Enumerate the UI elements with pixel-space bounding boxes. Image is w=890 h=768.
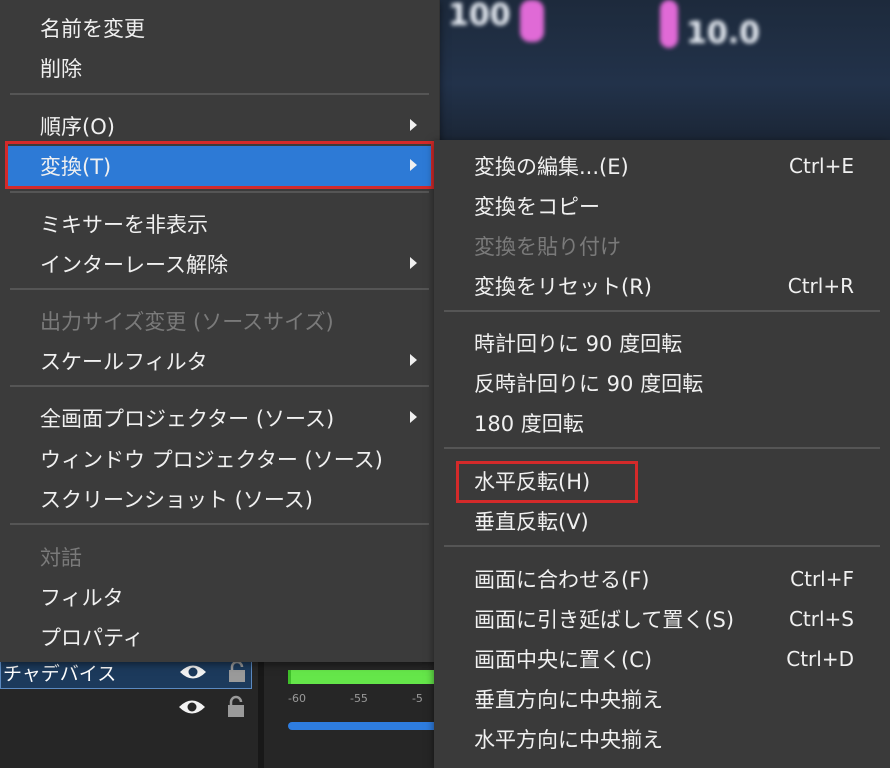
menu-separator xyxy=(444,310,880,312)
submenu-arrow-icon xyxy=(410,257,417,269)
menu-item-scale-filter[interactable]: スケールフィルタ xyxy=(0,341,439,381)
menu-item-delete[interactable]: 削除 xyxy=(0,48,439,88)
menu-item-label: 削除 xyxy=(40,57,82,81)
menu-item-label: 変換をリセット(R) xyxy=(474,275,652,299)
shortcut-label: Ctrl+F xyxy=(790,567,854,591)
menu-separator xyxy=(10,93,429,95)
menu-item-label: 変換(T) xyxy=(40,155,112,179)
menu-item-window-projector[interactable]: ウィンドウ プロジェクター (ソース) xyxy=(0,439,439,479)
menu-item-label: インターレース解除 xyxy=(40,253,228,277)
menu-item-label: フィルタ xyxy=(40,586,124,610)
preview-number: 100 xyxy=(448,0,511,33)
menu-item-label: 出力サイズ変更 (ソースサイズ) xyxy=(40,310,334,334)
submenu-item-rotate-cw[interactable]: 時計回りに 90 度回転 xyxy=(434,323,890,363)
eye-icon[interactable] xyxy=(178,697,206,717)
preview-canvas: 100 10.0 xyxy=(440,0,890,140)
menu-item-label: ミキサーを非表示 xyxy=(40,213,208,237)
menu-item-label: プロパティ xyxy=(40,626,144,650)
tick-label: -60 xyxy=(288,692,306,705)
source-item[interactable] xyxy=(0,691,252,725)
menu-item-label: 垂直方向に中央揃え xyxy=(474,688,663,712)
shortcut-label: Ctrl+R xyxy=(787,274,854,298)
tick-label: -5 xyxy=(411,692,423,705)
menu-item-label: スケールフィルタ xyxy=(40,350,208,374)
preview-number: 10.0 xyxy=(686,16,761,51)
submenu-arrow-icon xyxy=(410,119,417,131)
submenu-item-fit-to-screen[interactable]: 画面に合わせる(F) Ctrl+F xyxy=(434,559,890,599)
menu-item-fullscreen-projector[interactable]: 全画面プロジェクター (ソース) xyxy=(0,398,439,438)
context-menu: 名前を変更 削除 順序(O) 変換(T) ミキサーを非表示 インターレース解除 … xyxy=(0,0,440,662)
menu-item-resize-output: 出力サイズ変更 (ソースサイズ) xyxy=(0,301,439,341)
submenu-item-center-vertical[interactable]: 垂直方向に中央揃え xyxy=(434,679,890,719)
menu-item-label: 変換の編集...(E) xyxy=(474,155,629,179)
menu-item-label: 変換をコピー xyxy=(474,195,600,219)
menu-item-label: 画面に引き延ばして置く(S) xyxy=(474,608,735,632)
menu-item-order[interactable]: 順序(O) xyxy=(0,106,439,146)
submenu-item-edit-transform[interactable]: 変換の編集...(E) Ctrl+E xyxy=(434,146,890,186)
menu-item-label: 変換を貼り付け xyxy=(474,235,621,259)
unlock-icon[interactable] xyxy=(224,695,248,719)
menu-item-label: スクリーンショット (ソース) xyxy=(40,488,313,512)
submenu-item-stretch-to-screen[interactable]: 画面に引き延ばして置く(S) Ctrl+S xyxy=(434,599,890,639)
shortcut-label: Ctrl+E xyxy=(789,154,854,178)
menu-separator xyxy=(10,191,429,193)
shortcut-label: Ctrl+D xyxy=(786,647,854,671)
menu-separator xyxy=(10,385,429,387)
menu-item-label: ウィンドウ プロジェクター (ソース) xyxy=(40,448,383,472)
menu-item-label: 時計回りに 90 度回転 xyxy=(474,332,683,356)
volume-slider[interactable] xyxy=(288,722,458,730)
submenu-arrow-icon xyxy=(410,411,417,423)
menu-item-label: 水平方向に中央揃え xyxy=(474,728,663,752)
menu-item-label: 180 度回転 xyxy=(474,412,584,436)
menu-item-rename[interactable]: 名前を変更 xyxy=(0,8,439,48)
transform-submenu: 変換の編集...(E) Ctrl+E 変換をコピー 変換を貼り付け 変換をリセット… xyxy=(434,140,890,768)
tick-label: -55 xyxy=(349,692,368,705)
eye-icon[interactable] xyxy=(179,662,207,682)
menu-separator xyxy=(444,447,880,449)
sources-panel: チャデバイス xyxy=(0,655,258,768)
submenu-arrow-icon xyxy=(410,354,417,366)
menu-separator xyxy=(10,288,429,290)
source-name: チャデバイス xyxy=(3,662,117,685)
meter-ticks: -60 -55 -5 xyxy=(288,692,448,705)
menu-item-filters[interactable]: フィルタ xyxy=(0,577,439,617)
submenu-item-center-horizontal[interactable]: 水平方向に中央揃え xyxy=(434,719,890,759)
menu-item-screenshot[interactable]: スクリーンショット (ソース) xyxy=(0,479,439,519)
menu-item-deinterlace[interactable]: インターレース解除 xyxy=(0,244,439,284)
preview-pink-bar xyxy=(660,0,678,48)
menu-item-label: 画面中央に置く(C) xyxy=(474,648,653,672)
menu-item-label: 垂直反転(V) xyxy=(474,510,589,534)
volume-meter xyxy=(288,670,438,684)
submenu-item-flip-horizontal[interactable]: 水平反転(H) xyxy=(434,461,890,501)
menu-item-label: 水平反転(H) xyxy=(474,470,591,494)
menu-item-properties[interactable]: プロパティ xyxy=(0,617,439,657)
submenu-item-copy-transform[interactable]: 変換をコピー xyxy=(434,186,890,226)
menu-item-transform[interactable]: 変換(T) xyxy=(6,146,431,186)
menu-item-label: 全画面プロジェクター (ソース) xyxy=(40,407,335,431)
preview-pink-bar xyxy=(520,0,544,42)
submenu-item-paste-transform: 変換を貼り付け xyxy=(434,226,890,266)
menu-item-label: 反時計回りに 90 度回転 xyxy=(474,372,704,396)
submenu-item-rotate-ccw[interactable]: 反時計回りに 90 度回転 xyxy=(434,363,890,403)
submenu-arrow-icon xyxy=(410,159,417,171)
submenu-item-rotate-180[interactable]: 180 度回転 xyxy=(434,403,890,443)
menu-separator xyxy=(10,523,429,525)
menu-separator xyxy=(444,545,880,547)
submenu-item-center-to-screen[interactable]: 画面中央に置く(C) Ctrl+D xyxy=(434,639,890,679)
lock-icon[interactable] xyxy=(225,660,249,684)
menu-item-hide-mixer[interactable]: ミキサーを非表示 xyxy=(0,204,439,244)
menu-item-label: 対話 xyxy=(40,546,82,570)
menu-item-label: 画面に合わせる(F) xyxy=(474,568,650,592)
submenu-item-reset-transform[interactable]: 変換をリセット(R) Ctrl+R xyxy=(434,266,890,306)
menu-item-label: 順序(O) xyxy=(40,115,115,139)
submenu-item-flip-vertical[interactable]: 垂直反転(V) xyxy=(434,501,890,541)
shortcut-label: Ctrl+S xyxy=(788,607,854,631)
menu-item-label: 名前を変更 xyxy=(40,17,145,41)
menu-item-interact: 対話 xyxy=(0,537,439,577)
